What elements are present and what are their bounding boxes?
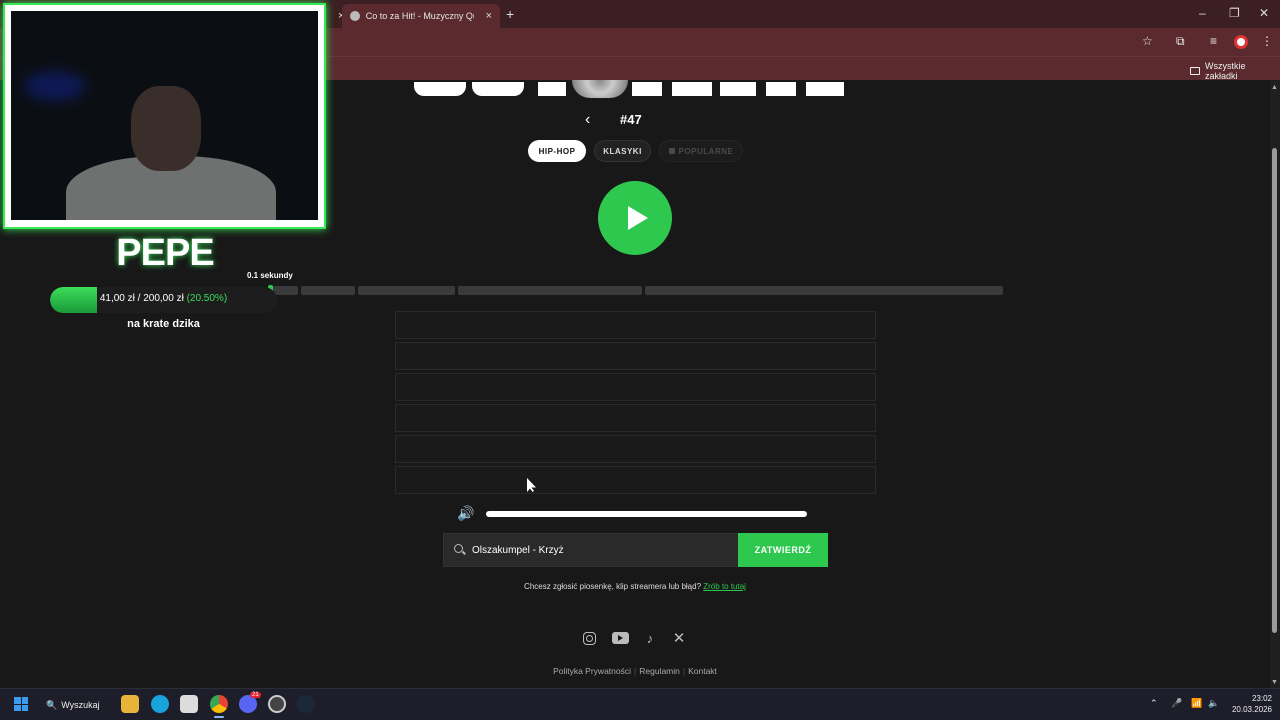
maximize-button[interactable]: ❐ xyxy=(1229,6,1240,20)
guess-row xyxy=(395,466,876,494)
timer-segment-4 xyxy=(458,286,642,295)
active-app-indicator xyxy=(214,716,224,718)
steam-icon[interactable] xyxy=(297,695,315,713)
site-logo[interactable] xyxy=(414,80,844,96)
report-link[interactable]: Zrób to tutaj xyxy=(703,582,746,591)
webcam-feed xyxy=(11,11,318,220)
taskbar-search-label: Wyszukaj xyxy=(61,700,100,710)
tab-favicon-icon xyxy=(350,11,360,21)
wifi-icon[interactable]: 📶 xyxy=(1191,698,1202,709)
round-number: #47 xyxy=(620,112,642,127)
media-control-icon[interactable]: ≡ xyxy=(1210,34,1217,48)
close-window-button[interactable]: ✕ xyxy=(1259,6,1269,20)
timer-segment-3 xyxy=(358,286,455,295)
chrome-icon[interactable] xyxy=(210,695,228,713)
x-icon[interactable]: ✕ xyxy=(671,630,687,647)
screen: × Co to za Hit! - Muzyczny Quiz i × + – … xyxy=(0,0,1280,720)
extensions-icon[interactable]: ⧉ xyxy=(1176,34,1185,49)
bookmark-star-icon[interactable]: ☆ xyxy=(1142,34,1153,48)
taskbar-clock[interactable]: 23:02 20.03.2026 xyxy=(1228,693,1272,715)
footer-link-terms[interactable]: Regulamin xyxy=(639,666,680,676)
scroll-up-icon[interactable]: ▲ xyxy=(1271,84,1278,91)
donation-current: 41,00 zł xyxy=(99,293,135,304)
folder-icon xyxy=(1190,67,1200,75)
guess-row xyxy=(395,404,876,432)
footer-link-contact[interactable]: Kontakt xyxy=(688,666,717,676)
play-button[interactable] xyxy=(598,181,672,255)
footer-links: Polityka Prywatności | Regulamin | Kontakt xyxy=(553,666,717,676)
search-icon: 🔍 xyxy=(46,699,58,710)
volume-slider[interactable] xyxy=(486,511,807,517)
clock-time: 23:02 xyxy=(1251,694,1272,703)
all-bookmarks-button[interactable]: Wszystkie zakładki xyxy=(1190,61,1280,81)
tiktok-icon[interactable]: ♪ xyxy=(642,630,658,646)
browser-tab-active[interactable]: Co to za Hit! - Muzyczny Quiz i × xyxy=(342,4,500,28)
menu-kebab-icon[interactable]: ⋮ xyxy=(1261,34,1273,48)
store-icon[interactable] xyxy=(180,695,198,713)
lock-icon xyxy=(668,148,675,154)
tab-title: Co to za Hit! - Muzyczny Quiz i xyxy=(365,11,474,21)
category-label: KLASYKI xyxy=(603,146,642,156)
new-tab-button[interactable]: + xyxy=(506,6,514,22)
clock-date: 20.03.2026 xyxy=(1231,705,1272,714)
speaker-icon[interactable]: 🔈 xyxy=(1208,698,1219,709)
song-search-input[interactable] xyxy=(472,541,732,559)
windows-start-icon[interactable] xyxy=(14,697,28,711)
donation-separator: / xyxy=(137,293,141,304)
report-line: Chcesz zgłosić piosenkę, klip streamera … xyxy=(0,582,1270,591)
donation-percent: (20.50%) xyxy=(186,293,228,304)
timer-segment-2 xyxy=(301,286,355,295)
openai-icon[interactable] xyxy=(268,695,286,713)
previous-round-button[interactable]: ‹ xyxy=(585,111,590,129)
instagram-icon[interactable] xyxy=(583,632,596,645)
file-explorer-icon[interactable] xyxy=(121,695,139,713)
tab-close-icon[interactable]: × xyxy=(486,10,492,22)
footer-link-privacy[interactable]: Polityka Prywatności xyxy=(553,666,631,676)
guess-row xyxy=(395,342,876,370)
youtube-icon[interactable] xyxy=(612,632,629,644)
microphone-icon[interactable]: 🎤 xyxy=(1171,698,1182,709)
guess-row xyxy=(395,435,876,463)
timer-label: 0.1 sekundy xyxy=(247,271,293,280)
category-label: POPULARNE xyxy=(678,146,734,156)
play-icon xyxy=(628,206,648,230)
scrollbar-thumb[interactable] xyxy=(1272,148,1277,633)
donation-goal-text: 41,00 zł / 200,00 zł (20.50%) xyxy=(50,293,277,304)
discord-badge: 21 xyxy=(250,692,261,698)
donation-goal-title: na krate dzika xyxy=(127,318,200,330)
all-bookmarks-label: Wszystkie zakładki xyxy=(1204,61,1246,81)
category-tab-popularne[interactable]: POPULARNE xyxy=(659,140,743,162)
donation-goal-amount: 200,00 zł xyxy=(143,293,184,304)
streamer-name: PEPE xyxy=(116,232,214,274)
category-tab-hiphop[interactable]: HIP-HOP xyxy=(528,140,586,162)
taskbar-search-button[interactable]: 🔍 Wyszukaj xyxy=(46,696,106,714)
guess-row xyxy=(395,311,876,339)
profile-avatar-icon[interactable] xyxy=(1234,35,1248,49)
guess-row xyxy=(395,373,876,401)
minimize-button[interactable]: – xyxy=(1199,6,1206,20)
submit-button[interactable]: ZATWIERDŹ xyxy=(738,533,828,567)
report-text: Chcesz zgłosić piosenkę, klip streamera … xyxy=(524,582,702,591)
category-label: HIP-HOP xyxy=(538,146,576,156)
edge-icon[interactable] xyxy=(151,695,169,713)
search-icon xyxy=(454,544,463,553)
scroll-down-icon[interactable]: ▼ xyxy=(1271,679,1278,686)
tray-expand-icon[interactable]: ⌃ xyxy=(1150,698,1158,709)
timer-segment-5 xyxy=(645,286,1003,295)
volume-icon[interactable]: 🔊 xyxy=(457,505,474,522)
category-tab-klasyki[interactable]: KLASYKI xyxy=(594,140,651,162)
